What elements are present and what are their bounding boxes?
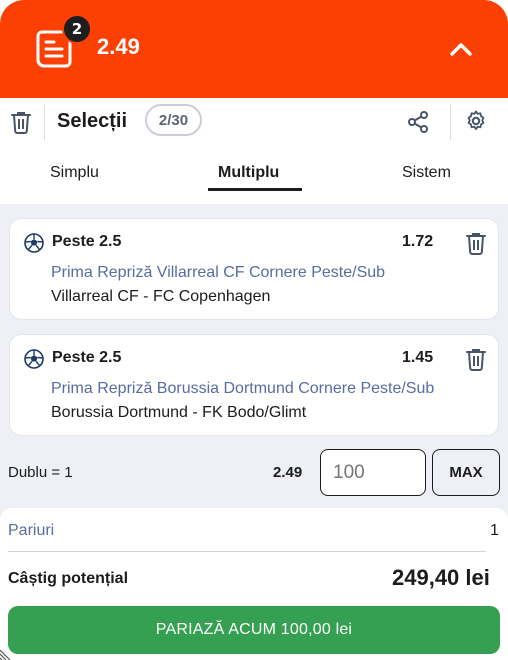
active-tab-indicator xyxy=(208,188,302,191)
selection-card: Peste 2.5 1.45 Prima Repriză Borussia Do… xyxy=(9,334,499,436)
stake-odds: 2.49 xyxy=(273,464,303,481)
trash-icon[interactable] xyxy=(10,110,32,134)
gear-icon[interactable] xyxy=(464,109,488,133)
football-icon xyxy=(24,233,44,253)
selections-toolbar: Selecții 2/30 xyxy=(0,98,508,146)
betslip-summary: Pariuri 1 Câștig potențial 249,40 lei PA… xyxy=(0,508,508,660)
bets-label: Pariuri xyxy=(8,522,55,539)
potential-win-value: 249,40 lei xyxy=(392,565,490,590)
chevron-up-icon[interactable] xyxy=(446,34,476,64)
trash-icon[interactable] xyxy=(465,347,487,371)
selection-count-pill: 2/30 xyxy=(145,104,202,136)
tab-sistem[interactable]: Sistem xyxy=(402,164,451,182)
market-name: Peste 2.5 xyxy=(52,349,122,366)
trash-icon[interactable] xyxy=(465,231,487,255)
total-odds: 2.49 xyxy=(97,34,140,59)
selection-description: Prima Repriză Borussia Dortmund Cornere … xyxy=(51,380,435,397)
divider xyxy=(8,551,486,552)
divider xyxy=(450,104,451,140)
selection-odd: 1.72 xyxy=(402,233,434,250)
selection-description: Prima Repriză Villarreal CF Cornere Pest… xyxy=(51,264,386,281)
page-title: Selecții xyxy=(57,110,128,132)
stake-input[interactable] xyxy=(320,449,426,496)
bets-count: 1 xyxy=(490,522,499,539)
football-icon xyxy=(24,349,44,369)
match-name[interactable]: Borussia Dortmund - FK Bodo/Glimt xyxy=(51,404,306,422)
market-name: Peste 2.5 xyxy=(52,233,122,250)
resize-handle-icon[interactable] xyxy=(0,646,14,660)
match-name[interactable]: Villarreal CF - FC Copenhagen xyxy=(51,288,270,306)
selection-count-badge: 2 xyxy=(62,14,92,44)
place-bet-button[interactable]: PARIAZĂ ACUM 100,00 lei xyxy=(8,606,500,654)
share-icon[interactable] xyxy=(406,110,430,134)
tab-simplu[interactable]: Simplu xyxy=(50,164,99,182)
max-stake-button[interactable]: MAX xyxy=(432,449,500,496)
bet-type-tabs: Simplu Multiplu Sistem xyxy=(0,150,508,204)
tab-multiplu[interactable]: Multiplu xyxy=(218,164,279,182)
selection-odd: 1.45 xyxy=(402,349,434,366)
betslip-header[interactable]: 2 2.49 xyxy=(0,0,508,98)
divider xyxy=(44,104,45,140)
selection-card: Peste 2.5 1.72 Prima Repriză Villarreal … xyxy=(9,218,499,320)
potential-win-label: Câștig potențial xyxy=(8,570,129,587)
stake-row: Dublu = 1 2.49 MAX xyxy=(0,448,508,498)
bet-combination-label: Dublu = 1 xyxy=(8,464,73,481)
